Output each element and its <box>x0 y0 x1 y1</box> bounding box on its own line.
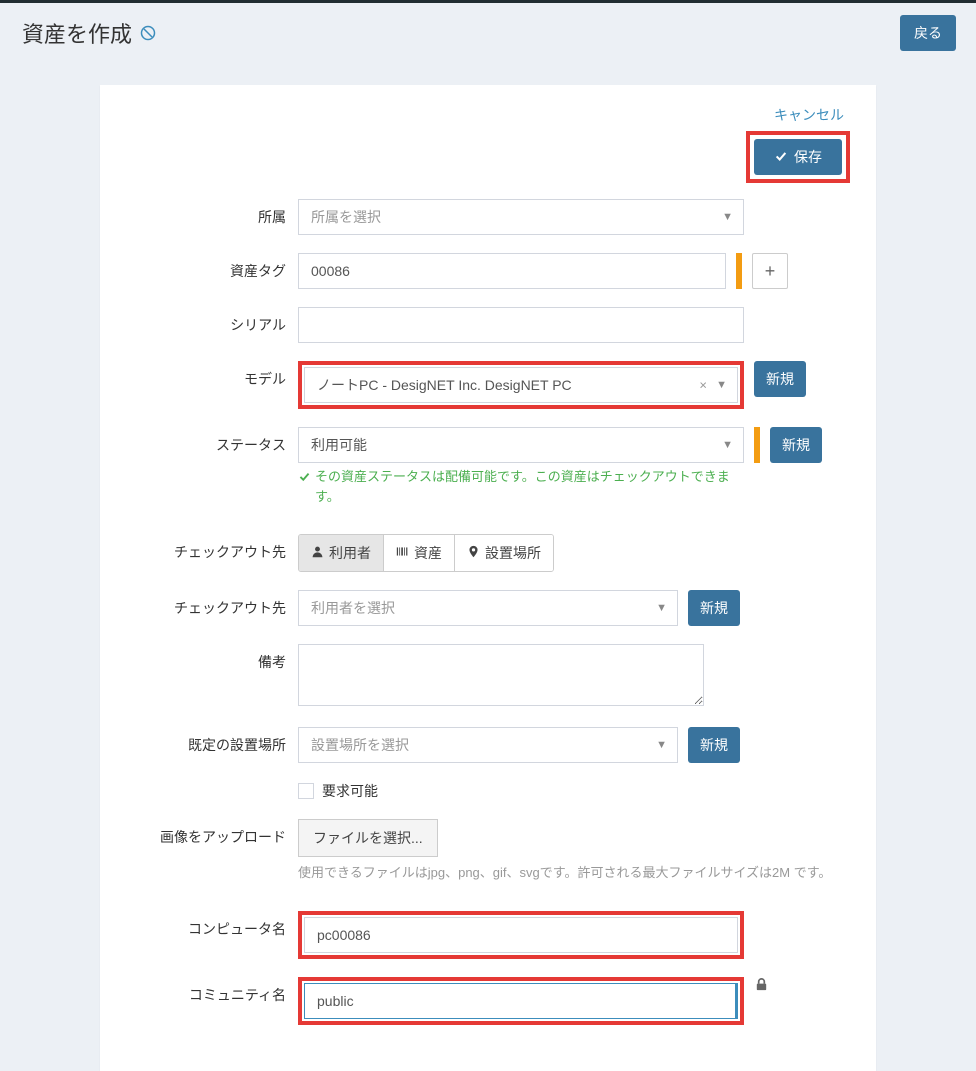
chevron-down-icon: ▼ <box>722 439 733 451</box>
affiliation-placeholder: 所属を選択 <box>311 207 381 227</box>
save-button[interactable]: 保存 <box>754 139 842 175</box>
checkout-to-select[interactable]: 利用者を選択 ▼ <box>298 590 678 626</box>
checkout-to-button-group: 利用者 資産 設置場所 <box>298 534 554 572</box>
requestable-checkbox-wrap: 要求可能 <box>298 781 744 801</box>
label-checkout-to-select: チェックアウト先 <box>126 590 298 618</box>
form: 所属 所属を選択 ▼ 資産タグ + シリアル <box>126 199 850 1025</box>
checkout-to-user-button[interactable]: 利用者 <box>299 535 384 571</box>
add-asset-tag-button[interactable]: + <box>752 253 788 289</box>
save-button-highlight: 保存 <box>746 131 850 183</box>
status-value: 利用可能 <box>311 435 367 455</box>
label-default-location: 既定の設置場所 <box>126 727 298 755</box>
checkout-location-label: 設置場所 <box>485 543 541 563</box>
label-notes: 備考 <box>126 644 298 672</box>
model-highlight: ノートPC - DesigNET Inc. DesigNET PC × ▼ <box>298 361 744 409</box>
label-status: ステータス <box>126 427 298 455</box>
cancel-link[interactable]: キャンセル <box>774 105 844 125</box>
help-icon[interactable] <box>140 25 156 41</box>
page-title: 資産を作成 <box>22 17 132 49</box>
row-checkout-to-select: チェックアウト先 利用者を選択 ▼ 新規 <box>126 590 850 626</box>
checkout-to-location-button[interactable]: 設置場所 <box>455 535 553 571</box>
checkout-to-asset-button[interactable]: 資産 <box>384 535 455 571</box>
barcode-icon <box>396 545 409 561</box>
computer-name-highlight <box>298 911 744 959</box>
status-help-text: その資産ステータスは配備可能です。この資産はチェックアウトできます。 <box>298 467 744 506</box>
save-button-label: 保存 <box>794 147 822 167</box>
row-default-location: 既定の設置場所 設置場所を選択 ▼ 新規 <box>126 727 850 763</box>
chevron-down-icon: ▼ <box>716 379 727 391</box>
chevron-down-icon: ▼ <box>656 602 667 614</box>
row-model: モデル ノートPC - DesigNET Inc. DesigNET PC × … <box>126 361 850 409</box>
label-checkout-to-type: チェックアウト先 <box>126 534 298 562</box>
page-header: 資産を作成 戻る <box>0 3 976 61</box>
community-name-input[interactable] <box>304 983 738 1019</box>
back-button[interactable]: 戻る <box>900 15 956 51</box>
top-actions: キャンセル 保存 <box>126 105 850 183</box>
model-value: ノートPC - DesigNET Inc. DesigNET PC <box>317 375 572 395</box>
status-new-button[interactable]: 新規 <box>770 427 822 463</box>
affiliation-select[interactable]: 所属を選択 ▼ <box>298 199 744 235</box>
default-location-placeholder: 設置場所を選択 <box>311 735 409 755</box>
row-serial: シリアル <box>126 307 850 343</box>
chevron-down-icon: ▼ <box>722 211 733 223</box>
default-location-select[interactable]: 設置場所を選択 ▼ <box>298 727 678 763</box>
model-select[interactable]: ノートPC - DesigNET Inc. DesigNET PC × ▼ <box>304 367 738 403</box>
location-icon <box>467 545 480 561</box>
row-checkout-to-type: チェックアウト先 利用者 資産 設置場所 <box>126 534 850 572</box>
page-title-wrap: 資産を作成 <box>22 17 156 49</box>
row-notes: 備考 <box>126 644 850 709</box>
row-asset-tag: 資産タグ + <box>126 253 850 289</box>
notes-textarea[interactable] <box>298 644 704 706</box>
checkout-to-new-button[interactable]: 新規 <box>688 590 740 626</box>
label-community-name: コミュニティ名 <box>126 977 298 1005</box>
check-icon <box>298 470 311 483</box>
label-serial: シリアル <box>126 307 298 335</box>
user-icon <box>311 545 324 561</box>
row-affiliation: 所属 所属を選択 ▼ <box>126 199 850 235</box>
label-computer-name: コンピュータ名 <box>126 911 298 939</box>
checkout-user-label: 利用者 <box>329 543 371 563</box>
lock-icon <box>754 977 769 995</box>
row-computer-name: コンピュータ名 <box>126 911 850 959</box>
check-icon <box>774 149 788 166</box>
default-location-new-button[interactable]: 新規 <box>688 727 740 763</box>
status-select[interactable]: 利用可能 ▼ <box>298 427 744 463</box>
requestable-label: 要求可能 <box>322 781 378 801</box>
label-requestable-empty <box>126 781 298 789</box>
clear-icon[interactable]: × <box>699 378 707 393</box>
asset-tag-input[interactable] <box>298 253 726 289</box>
row-image-upload: 画像をアップロード ファイルを選択... 使用できるファイルはjpg、png、g… <box>126 819 850 883</box>
label-model: モデル <box>126 361 298 389</box>
required-indicator <box>754 427 760 463</box>
file-help-text: 使用できるファイルはjpg、png、gif、svgです。許可される最大ファイルサ… <box>298 863 838 883</box>
serial-input[interactable] <box>298 307 744 343</box>
label-affiliation: 所属 <box>126 199 298 227</box>
label-image-upload: 画像をアップロード <box>126 819 298 847</box>
content-card: キャンセル 保存 所属 所属を選択 ▼ 資産タグ <box>100 85 876 1071</box>
row-status: ステータス 利用可能 ▼ その資産ステータスは配備可能です。この資産はチェックア… <box>126 427 850 506</box>
chevron-down-icon: ▼ <box>656 739 667 751</box>
row-community-name: コミュニティ名 <box>126 977 850 1025</box>
label-asset-tag: 資産タグ <box>126 253 298 281</box>
community-name-highlight <box>298 977 744 1025</box>
checkout-to-placeholder: 利用者を選択 <box>311 598 395 618</box>
checkout-asset-label: 資産 <box>414 543 442 563</box>
computer-name-input[interactable] <box>304 917 738 953</box>
requestable-checkbox[interactable] <box>298 783 314 799</box>
row-requestable: 要求可能 <box>126 781 850 801</box>
file-select-button[interactable]: ファイルを選択... <box>298 819 438 857</box>
model-new-button[interactable]: 新規 <box>754 361 806 397</box>
required-indicator <box>736 253 742 289</box>
